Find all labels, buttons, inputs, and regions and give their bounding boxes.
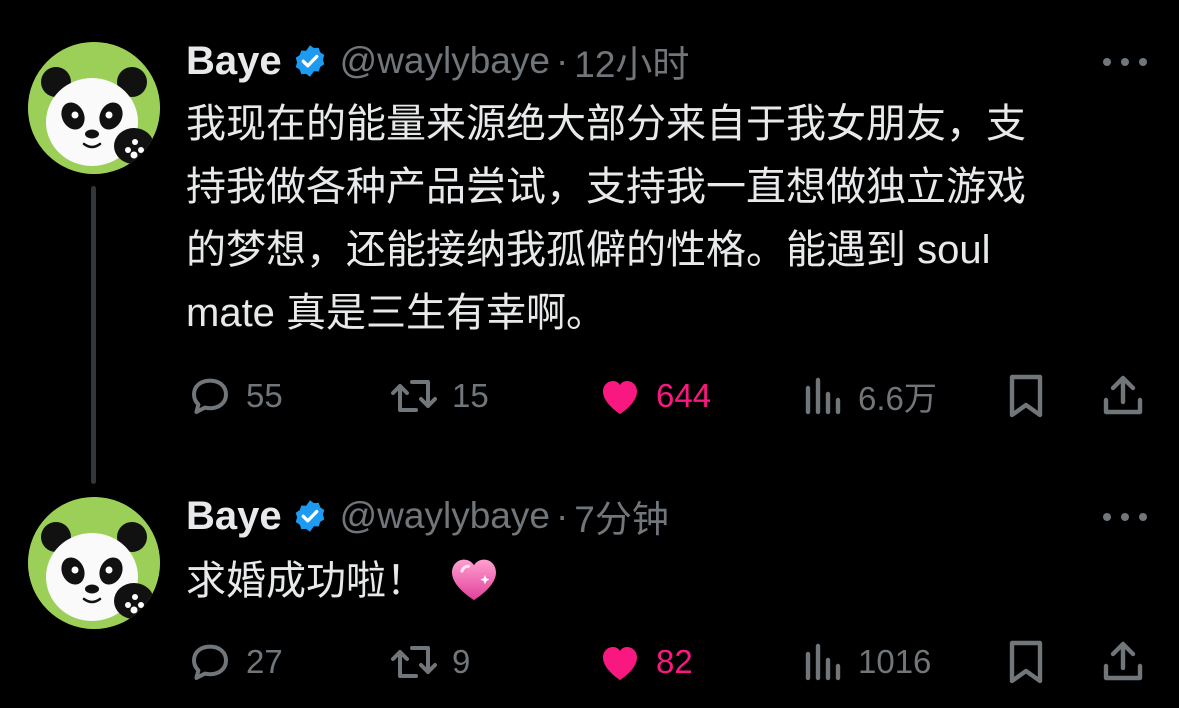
share-button[interactable] — [1100, 366, 1146, 426]
avatar[interactable] — [28, 497, 160, 629]
retweet-count: 15 — [452, 377, 489, 414]
tweet-timestamp[interactable]: 12小时 — [574, 34, 689, 88]
retweet-button[interactable]: 9 — [388, 632, 470, 692]
tweet-text-line: 我现在的能量来源绝大部分来自于我女朋友，支 — [186, 102, 1026, 146]
heart-filled-icon — [603, 647, 637, 680]
avatar[interactable] — [28, 42, 160, 174]
author-handle[interactable]: @waylybaye — [340, 495, 550, 537]
tweet-header: Baye @waylybaye · 7分钟 — [186, 491, 669, 541]
tweet[interactable]: Baye @waylybaye · 7分钟 求婚成功啦！ 27 9 82 101… — [0, 470, 1179, 708]
retweet-icon — [391, 646, 437, 678]
reply-bubble-icon — [192, 378, 228, 414]
views-button[interactable]: 1016 — [802, 632, 931, 692]
views-button[interactable]: 6.6万 — [802, 366, 937, 426]
tweet-timestamp[interactable]: 7分钟 — [574, 489, 669, 543]
tweet-text: 求婚成功啦！ — [186, 550, 1146, 613]
verified-badge-icon — [295, 45, 324, 77]
retweet-icon — [391, 380, 437, 412]
retweet-button[interactable]: 15 — [388, 366, 489, 426]
share-button[interactable] — [1100, 632, 1146, 692]
tweet-text-line: mate 真是三生有幸啊。 — [186, 291, 607, 335]
bookmark-button[interactable] — [1004, 632, 1048, 692]
share-upload-icon — [1103, 375, 1143, 415]
like-count: 82 — [656, 643, 693, 680]
verified-badge-icon — [295, 500, 324, 532]
views-bar-chart-icon — [805, 377, 841, 415]
more-options-icon[interactable] — [1103, 510, 1147, 524]
author-name[interactable]: Baye — [186, 39, 282, 84]
tweet-header: Baye @waylybaye · 12小时 — [186, 36, 689, 86]
panda-avatar-icon — [28, 497, 160, 629]
reply-count: 55 — [246, 377, 283, 414]
like-count: 644 — [656, 377, 712, 414]
retweet-count: 9 — [452, 643, 471, 680]
reply-count: 27 — [246, 643, 283, 680]
views-count: 1016 — [858, 643, 932, 680]
views-bar-chart-icon — [805, 643, 841, 681]
tweet-text-line: 持我做各种产品尝试，支持我一直想做独立游戏 — [186, 165, 1026, 209]
views-count: 6.6万 — [858, 380, 937, 417]
author-handle[interactable]: @waylybaye — [340, 40, 550, 82]
separator-dot: · — [555, 495, 569, 536]
author-name[interactable]: Baye — [186, 494, 282, 539]
separator-dot: · — [555, 40, 569, 81]
bookmark-icon — [1009, 374, 1043, 418]
like-button[interactable]: 644 — [596, 366, 711, 426]
reply-bubble-icon — [192, 644, 228, 680]
share-upload-icon — [1103, 641, 1143, 681]
tweet-text-line: 的梦想，还能接纳我孤僻的性格。能遇到 soul — [186, 228, 991, 272]
tweet-actions: 55 15 644 6.6万 — [0, 366, 1179, 426]
like-button[interactable]: 82 — [596, 632, 693, 692]
tweet-text: 我现在的能量来源绝大部分来自于我女朋友，支 持我做各种产品尝试，支持我一直想做独立… — [186, 93, 1146, 345]
more-options-icon[interactable] — [1103, 55, 1147, 69]
bookmark-icon — [1009, 640, 1043, 684]
reply-button[interactable]: 27 — [186, 632, 283, 692]
tweet-actions: 27 9 82 1016 — [0, 632, 1179, 692]
bookmark-button[interactable] — [1004, 366, 1048, 426]
tweet-text-line: 求婚成功啦！ — [186, 559, 426, 603]
tweet[interactable]: Baye @waylybaye · 12小时 我现在的能量来源绝大部分来自于我女… — [0, 0, 1179, 470]
sparkling-heart-emoji — [452, 559, 496, 600]
heart-filled-icon — [603, 381, 637, 414]
reply-button[interactable]: 55 — [186, 366, 283, 426]
panda-avatar-icon — [28, 42, 160, 174]
